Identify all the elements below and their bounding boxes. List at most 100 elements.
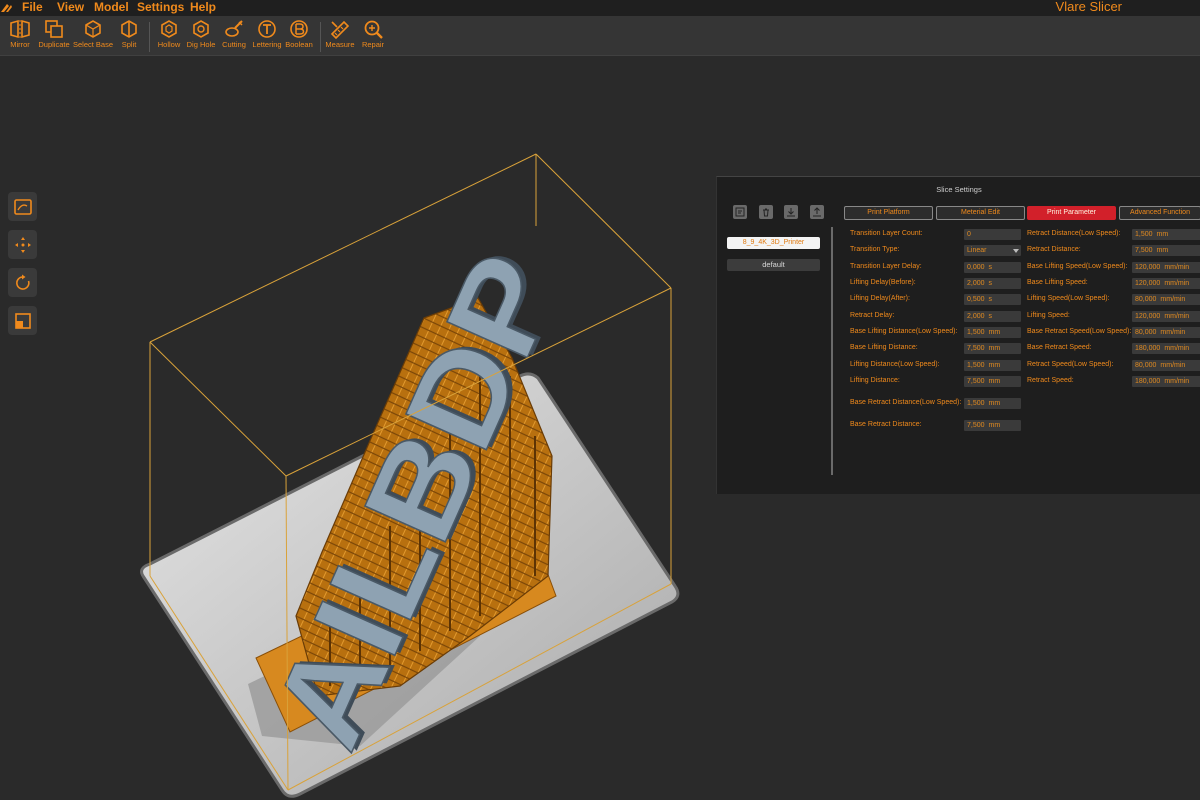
- boolean-button[interactable]: Boolean: [285, 19, 313, 49]
- import-profile-button[interactable]: [733, 205, 747, 219]
- param-value: 1,500: [967, 361, 985, 369]
- param-input-base-lifting-speed-low-speed[interactable]: 120,000 mm/min: [1132, 261, 1200, 273]
- toolbar-separator: [320, 22, 321, 52]
- hollow-label: Hollow: [157, 40, 181, 49]
- hollow-button[interactable]: Hollow: [155, 19, 183, 49]
- view-reset-icon: [13, 198, 32, 215]
- param-input-lifting-distance-low-speed[interactable]: 1,500 mm: [964, 359, 1021, 371]
- repair-label: Repair: [361, 40, 385, 49]
- build-volume-back: [149, 153, 672, 343]
- param-unit: mm/min: [1160, 295, 1186, 303]
- duplicate-label: Duplicate: [38, 40, 70, 49]
- menu-view[interactable]: View: [57, 0, 84, 16]
- param-select-transition-type[interactable]: Linear: [964, 244, 1021, 256]
- param-unit: mm/min: [1164, 377, 1190, 385]
- param-label-transition-layer-count: Transition Layer Count:: [850, 230, 923, 237]
- menu-help[interactable]: Help: [190, 0, 216, 16]
- param-input-retract-speed-low-speed[interactable]: 80,000 mm/min: [1132, 359, 1200, 371]
- param-value: 80,000: [1135, 361, 1157, 369]
- view-reset-button[interactable]: [8, 192, 37, 221]
- param-input-retract-distance[interactable]: 7,500 mm: [1132, 244, 1200, 256]
- move-button[interactable]: [8, 230, 37, 259]
- param-unit: mm/min: [1160, 361, 1186, 369]
- split-icon: [121, 20, 137, 38]
- param-value: 120,000: [1135, 263, 1161, 271]
- select-base-button[interactable]: Select Base: [73, 19, 113, 49]
- cutting-button[interactable]: Cutting: [220, 19, 248, 49]
- param-value: 2,000: [967, 312, 985, 320]
- param-input-transition-layer-delay[interactable]: 0,000 s: [964, 261, 1021, 273]
- param-unit: mm/min: [1164, 263, 1190, 271]
- param-input-base-retract-distance[interactable]: 7,500 mm: [964, 419, 1021, 431]
- param-label-base-lifting-distance-low-speed: Base Lifting Distance(Low Speed):: [850, 328, 958, 335]
- repair-icon: [364, 20, 383, 39]
- param-label-retract-speed-low-speed: Retract Speed(Low Speed):: [1027, 361, 1114, 368]
- param-input-base-lifting-distance-low-speed[interactable]: 1,500 mm: [964, 326, 1021, 338]
- download-profile-button[interactable]: [784, 205, 798, 219]
- param-input-retract-delay[interactable]: 2,000 s: [964, 310, 1021, 322]
- measure-button[interactable]: Measure: [325, 19, 355, 49]
- param-input-lifting-distance[interactable]: 7,500 mm: [964, 375, 1021, 387]
- tab-material-edit[interactable]: Meterial Edit: [936, 206, 1025, 220]
- param-value: 7,500: [967, 421, 985, 429]
- param-value: 7,500: [967, 344, 985, 352]
- scale-button[interactable]: [8, 306, 37, 335]
- param-label-lifting-speed: Lifting Speed:: [1027, 312, 1070, 319]
- param-label-base-retract-distance-low-speed: Base Retract Distance(Low Speed):: [850, 399, 962, 406]
- lettering-button[interactable]: Lettering: [251, 19, 283, 49]
- param-unit: mm/min: [1164, 312, 1190, 320]
- tab-advanced-function[interactable]: Advanced Function: [1119, 206, 1200, 220]
- split-label: Split: [121, 40, 137, 49]
- rotate-button[interactable]: [8, 268, 37, 297]
- param-label-base-retract-speed: Base Retract Speed:: [1027, 344, 1092, 351]
- split-button[interactable]: Split: [117, 19, 141, 49]
- app-title: Vlare Slicer: [1055, 0, 1122, 14]
- menu-model[interactable]: Model: [94, 0, 129, 16]
- param-unit: mm: [988, 344, 1001, 352]
- slice-settings-panel: Slice Settings 8_9_4K_3D_Printer default…: [716, 176, 1200, 494]
- delete-profile-button[interactable]: [759, 205, 773, 219]
- param-input-lifting-speed-low-speed[interactable]: 80,000 mm/min: [1132, 293, 1200, 305]
- param-label-lifting-distance-low-speed: Lifting Distance(Low Speed):: [850, 361, 940, 368]
- param-input-transition-layer-count[interactable]: 0: [964, 228, 1021, 240]
- param-input-retract-distance-low-speed[interactable]: 1,500 mm: [1132, 228, 1200, 240]
- default-profile-item[interactable]: default: [727, 259, 820, 271]
- param-value: 120,000: [1135, 279, 1161, 287]
- tab-print-parameter[interactable]: Print Parameter: [1027, 206, 1116, 220]
- menu-settings[interactable]: Settings: [137, 0, 184, 16]
- param-input-base-lifting-speed[interactable]: 120,000 mm/min: [1132, 277, 1200, 289]
- lettering-label: Lettering: [252, 40, 282, 49]
- param-value: Linear: [967, 246, 987, 254]
- param-input-base-retract-speed[interactable]: 180,000 mm/min: [1132, 342, 1200, 354]
- param-unit: s: [988, 312, 993, 320]
- repair-button[interactable]: Repair: [359, 19, 387, 49]
- param-input-lifting-delay-before[interactable]: 2,000 s: [964, 277, 1021, 289]
- mirror-button[interactable]: Mirror: [6, 19, 34, 49]
- measure-label: Measure: [325, 40, 355, 49]
- printer-profile-item[interactable]: 8_9_4K_3D_Printer: [727, 237, 820, 249]
- boolean-label: Boolean: [285, 40, 313, 49]
- lettering-icon: [258, 20, 276, 38]
- param-value: 120,000: [1135, 312, 1161, 320]
- export-profile-button[interactable]: [810, 205, 824, 219]
- param-unit: s: [988, 295, 993, 303]
- param-unit: mm/min: [1164, 344, 1190, 352]
- panel-title: Slice Settings: [936, 185, 982, 194]
- duplicate-button[interactable]: Duplicate: [37, 19, 71, 49]
- param-input-lifting-speed[interactable]: 120,000 mm/min: [1132, 310, 1200, 322]
- param-value: 0,000: [967, 263, 985, 271]
- param-input-base-retract-speed-low-speed[interactable]: 80,000 mm/min: [1132, 326, 1200, 338]
- param-input-retract-speed[interactable]: 180,000 mm/min: [1132, 375, 1200, 387]
- param-input-lifting-delay-after[interactable]: 0,500 s: [964, 293, 1021, 305]
- duplicate-icon: [45, 20, 63, 38]
- toolbar-separator: [149, 22, 150, 52]
- tab-print-platform[interactable]: Print Platform: [844, 206, 933, 220]
- dig-hole-button[interactable]: Dig Hole: [186, 19, 216, 49]
- menu-file[interactable]: File: [22, 0, 43, 16]
- param-input-base-lifting-distance[interactable]: 7,500 mm: [964, 342, 1021, 354]
- param-label-retract-speed: Retract Speed:: [1027, 377, 1074, 384]
- param-input-base-retract-distance-low-speed[interactable]: 1,500 mm: [964, 397, 1021, 409]
- param-unit: mm: [988, 421, 1001, 429]
- param-value: 1,500: [967, 399, 985, 407]
- menu-bar: File View Model Settings Help Vlare Slic…: [0, 0, 1200, 16]
